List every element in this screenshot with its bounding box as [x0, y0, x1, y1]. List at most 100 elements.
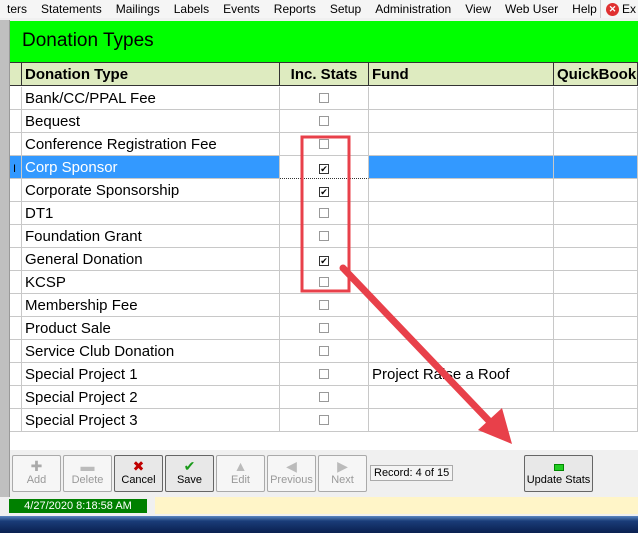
- cell-inc-stats[interactable]: ✔: [280, 156, 369, 179]
- menu-events[interactable]: Events: [216, 2, 267, 16]
- cell-inc-stats[interactable]: [280, 271, 369, 294]
- menu-mailings[interactable]: Mailings: [109, 2, 167, 16]
- column-header-inc-stats[interactable]: Inc. Stats: [280, 63, 369, 86]
- table-row[interactable]: General Donation ✔: [10, 248, 638, 271]
- menu-administration[interactable]: Administration: [368, 2, 458, 16]
- table-row[interactable]: DT1: [10, 202, 638, 225]
- cell-quickbooks[interactable]: [554, 340, 638, 363]
- cancel-button[interactable]: ✖ Cancel: [114, 455, 163, 492]
- cell-donation-type[interactable]: Special Project 1: [22, 363, 280, 386]
- menu-ters[interactable]: ters: [0, 2, 34, 16]
- cell-fund[interactable]: [369, 87, 554, 110]
- cell-inc-stats[interactable]: [280, 294, 369, 317]
- inc-stats-checkbox[interactable]: [319, 116, 329, 126]
- inc-stats-checkbox[interactable]: ✔: [319, 187, 329, 197]
- cell-quickbooks[interactable]: [554, 294, 638, 317]
- cell-donation-type[interactable]: Bequest: [22, 110, 280, 133]
- save-button[interactable]: ✔ Save: [165, 455, 214, 492]
- row-selector[interactable]: [10, 271, 22, 294]
- cell-inc-stats[interactable]: [280, 202, 369, 225]
- cell-fund[interactable]: [369, 271, 554, 294]
- cell-inc-stats[interactable]: [280, 133, 369, 156]
- cell-donation-type[interactable]: Conference Registration Fee: [22, 133, 280, 156]
- cell-donation-type[interactable]: DT1: [22, 202, 280, 225]
- cell-quickbooks[interactable]: [554, 409, 638, 432]
- cell-fund[interactable]: [369, 156, 554, 179]
- cell-quickbooks[interactable]: [554, 110, 638, 133]
- inc-stats-checkbox[interactable]: [319, 392, 329, 402]
- cell-fund[interactable]: [369, 248, 554, 271]
- cell-quickbooks[interactable]: [554, 202, 638, 225]
- table-row[interactable]: Bequest: [10, 110, 638, 133]
- inc-stats-checkbox[interactable]: [319, 208, 329, 218]
- cell-fund[interactable]: Project Raise a Roof: [369, 363, 554, 386]
- previous-button[interactable]: ◀ Previous: [267, 455, 316, 492]
- row-selector[interactable]: [10, 386, 22, 409]
- column-header-donation-type[interactable]: Donation Type: [22, 63, 280, 86]
- cell-donation-type[interactable]: Product Sale: [22, 317, 280, 340]
- cell-inc-stats[interactable]: [280, 317, 369, 340]
- table-row[interactable]: Conference Registration Fee: [10, 133, 638, 156]
- cell-quickbooks[interactable]: [554, 225, 638, 248]
- cell-quickbooks[interactable]: [554, 317, 638, 340]
- menu-help[interactable]: Help: [565, 2, 604, 16]
- menu-labels[interactable]: Labels: [167, 2, 216, 16]
- inc-stats-checkbox[interactable]: ✔: [319, 256, 329, 266]
- cell-inc-stats[interactable]: ✔: [280, 248, 369, 271]
- cell-fund[interactable]: [369, 317, 554, 340]
- cell-inc-stats[interactable]: [280, 363, 369, 386]
- table-row[interactable]: Special Project 2: [10, 386, 638, 409]
- cell-inc-stats[interactable]: [280, 225, 369, 248]
- add-button[interactable]: ✚ Add: [12, 455, 61, 492]
- row-selector[interactable]: I: [10, 156, 22, 179]
- column-header-fund[interactable]: Fund: [369, 63, 554, 86]
- cell-fund[interactable]: [369, 386, 554, 409]
- cell-inc-stats[interactable]: [280, 340, 369, 363]
- row-selector[interactable]: [10, 225, 22, 248]
- row-selector[interactable]: [10, 340, 22, 363]
- table-row[interactable]: Product Sale: [10, 317, 638, 340]
- table-row[interactable]: Special Project 3: [10, 409, 638, 432]
- delete-button[interactable]: ▬ Delete: [63, 455, 112, 492]
- row-selector[interactable]: [10, 202, 22, 225]
- cell-donation-type[interactable]: Corporate Sponsorship: [22, 179, 280, 202]
- menu-reports[interactable]: Reports: [267, 2, 323, 16]
- cell-inc-stats[interactable]: ✔: [280, 179, 369, 202]
- cell-inc-stats[interactable]: [280, 409, 369, 432]
- row-selector[interactable]: [10, 294, 22, 317]
- cell-fund[interactable]: [369, 202, 554, 225]
- cell-fund[interactable]: [369, 340, 554, 363]
- table-row[interactable]: Membership Fee: [10, 294, 638, 317]
- table-row[interactable]: Service Club Donation: [10, 340, 638, 363]
- row-selector[interactable]: [10, 248, 22, 271]
- inc-stats-checkbox[interactable]: [319, 300, 329, 310]
- menu-view[interactable]: View: [458, 2, 498, 16]
- cell-quickbooks[interactable]: [554, 133, 638, 156]
- table-row[interactable]: Special Project 1 Project Raise a Roof: [10, 363, 638, 386]
- row-selector[interactable]: [10, 363, 22, 386]
- table-row[interactable]: KCSP: [10, 271, 638, 294]
- cell-donation-type[interactable]: Bank/CC/PPAL Fee: [22, 87, 280, 110]
- row-selector[interactable]: [10, 133, 22, 156]
- cell-fund[interactable]: [369, 179, 554, 202]
- cell-donation-type[interactable]: Foundation Grant: [22, 225, 280, 248]
- next-button[interactable]: ▶ Next: [318, 455, 367, 492]
- row-selector[interactable]: [10, 110, 22, 133]
- cell-inc-stats[interactable]: [280, 110, 369, 133]
- cell-quickbooks[interactable]: [554, 87, 638, 110]
- cell-donation-type[interactable]: Membership Fee: [22, 294, 280, 317]
- inc-stats-checkbox[interactable]: [319, 415, 329, 425]
- cell-fund[interactable]: [369, 294, 554, 317]
- cell-donation-type[interactable]: Corp Sponsor: [22, 156, 280, 179]
- row-selector[interactable]: [10, 87, 22, 110]
- inc-stats-checkbox[interactable]: [319, 277, 329, 287]
- cell-donation-type[interactable]: Special Project 2: [22, 386, 280, 409]
- column-header-quickbooks[interactable]: QuickBook: [554, 63, 638, 86]
- table-row[interactable]: I Corp Sponsor ✔: [10, 156, 638, 179]
- cell-quickbooks[interactable]: [554, 271, 638, 294]
- row-selector[interactable]: [10, 409, 22, 432]
- cell-donation-type[interactable]: KCSP: [22, 271, 280, 294]
- cell-fund[interactable]: [369, 409, 554, 432]
- menu-setup[interactable]: Setup: [323, 2, 368, 16]
- row-selector[interactable]: [10, 317, 22, 340]
